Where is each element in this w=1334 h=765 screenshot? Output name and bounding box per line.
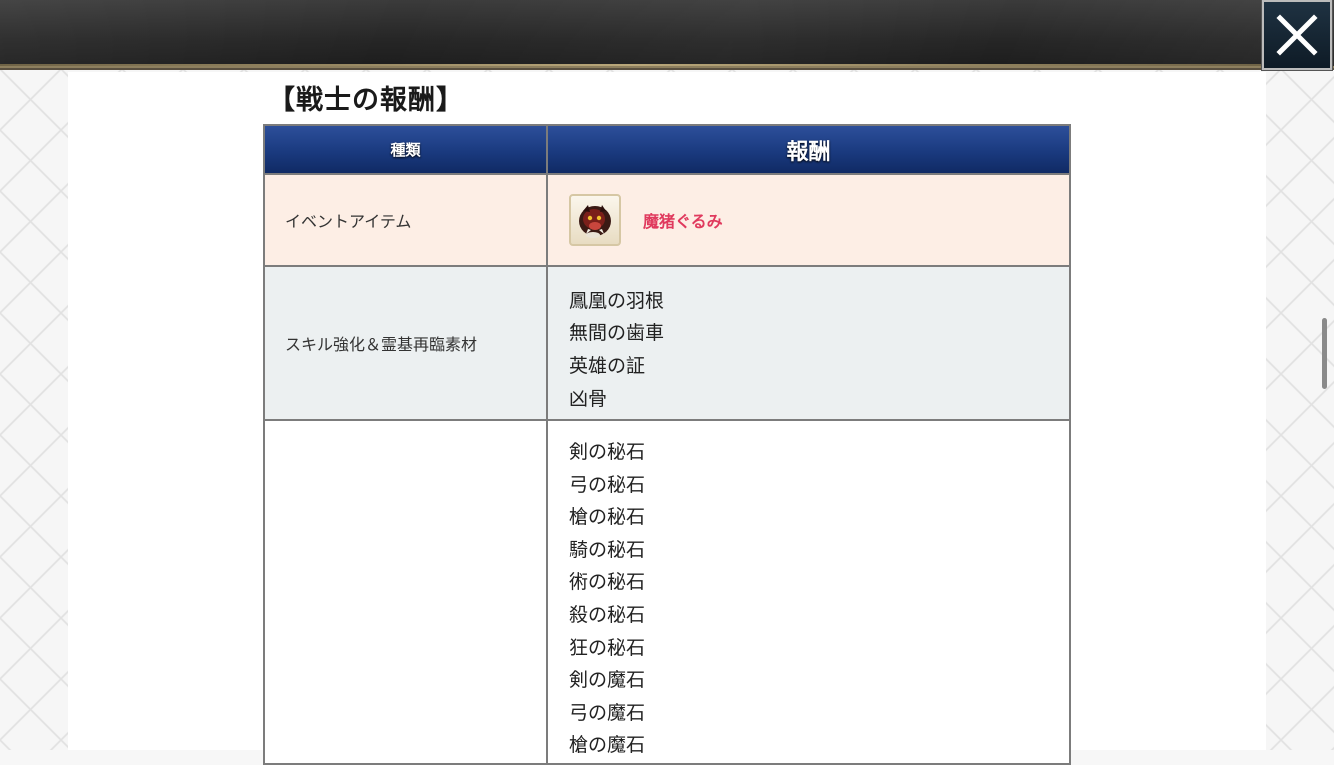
list-item: 弓の秘石 — [569, 473, 646, 496]
boar-plush-icon-graphic — [579, 205, 611, 238]
list-item: 弓の魔石 — [569, 701, 646, 724]
top-bar-gold-line — [0, 64, 1262, 66]
reward-item-name[interactable]: 魔猪ぐるみ — [643, 208, 723, 232]
list-item: 凶骨 — [569, 387, 608, 410]
list-item: 術の秘石 — [569, 571, 646, 594]
list-item: 殺の秘石 — [569, 603, 646, 626]
row-type-label: スキル強化＆霊基再臨素材 — [263, 265, 548, 421]
list-item: 英雄の証 — [569, 355, 646, 377]
column-header-reward: 報酬 — [546, 124, 1071, 175]
list-item: 槍の魔石 — [569, 734, 646, 757]
list-item: 狂の秘石 — [569, 636, 646, 659]
reward-cell: 鳳凰の羽根 無間の歯車 英雄の証 凶骨 — [546, 265, 1071, 421]
reward-list: 鳳凰の羽根 無間の歯車 英雄の証 凶骨 — [549, 271, 1068, 415]
table-row: 剣の秘石 弓の秘石 槍の秘石 騎の秘石 術の秘石 殺の秘石 狂の秘石 剣の魔石 … — [263, 419, 1071, 765]
list-item: 剣の魔石 — [569, 669, 646, 692]
row-type-label — [263, 419, 548, 765]
table-row: スキル強化＆霊基再臨素材 鳳凰の羽根 無間の歯車 英雄の証 凶骨 — [263, 265, 1071, 421]
list-item: 無間の歯車 — [569, 322, 665, 345]
reward-table: 種類 報酬 イベントアイテム 魔猪ぐるみ スキル強化＆霊基再臨素材 鳳凰の羽根 … — [263, 124, 1071, 765]
reward-item[interactable]: 魔猪ぐるみ — [549, 194, 1068, 246]
table-header-row: 種類 報酬 — [263, 124, 1071, 175]
close-x-icon — [1276, 14, 1318, 56]
vertical-scrollbar[interactable] — [1322, 318, 1327, 389]
list-item: 騎の秘石 — [569, 538, 646, 561]
table-row: イベントアイテム 魔猪ぐるみ — [263, 173, 1071, 267]
reward-list: 剣の秘石 弓の秘石 槍の秘石 騎の秘石 術の秘石 殺の秘石 狂の秘石 剣の魔石 … — [549, 422, 1068, 762]
list-item: 剣の秘石 — [569, 441, 646, 463]
section-title: 【戦士の報酬】 — [268, 85, 464, 116]
list-item: 槍の秘石 — [569, 506, 646, 529]
row-type-label: イベントアイテム — [263, 173, 548, 267]
column-header-type: 種類 — [263, 124, 548, 175]
list-item: 鳳凰の羽根 — [569, 289, 665, 312]
reward-cell: 魔猪ぐるみ — [546, 173, 1071, 267]
boar-plush-icon[interactable] — [569, 194, 621, 246]
close-button[interactable] — [1261, 0, 1333, 71]
reward-cell: 剣の秘石 弓の秘石 槍の秘石 騎の秘石 術の秘石 殺の秘石 狂の秘石 剣の魔石 … — [546, 419, 1071, 765]
top-bar — [0, 0, 1334, 68]
